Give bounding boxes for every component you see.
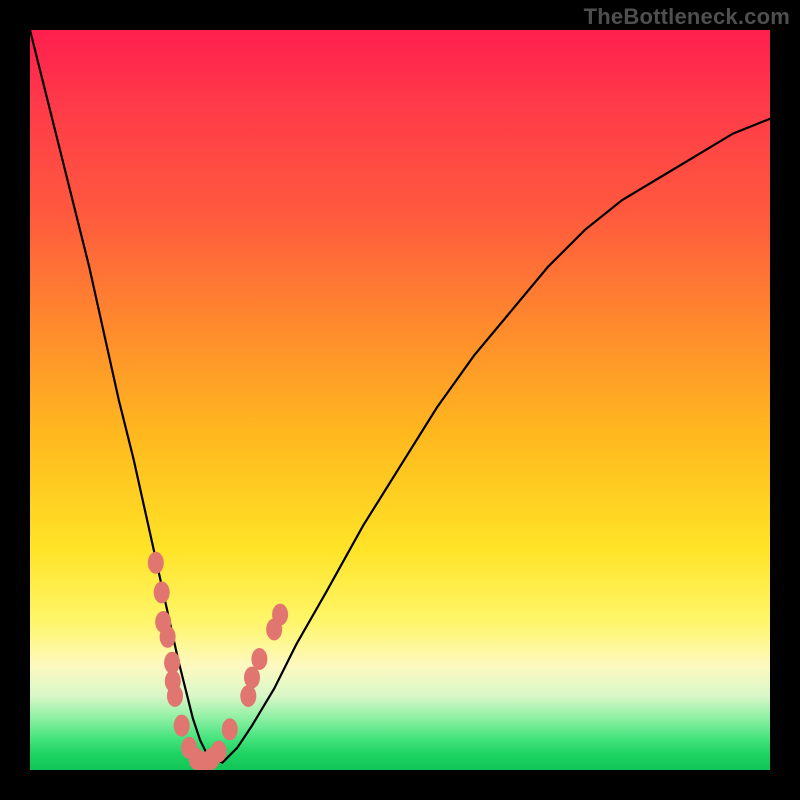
bottleneck-curve: [30, 30, 770, 763]
marker-dot: [251, 648, 267, 670]
marker-dot: [167, 685, 183, 707]
marker-dot: [222, 718, 238, 740]
marker-dot: [174, 715, 190, 737]
curve-layer: [30, 30, 770, 770]
watermark-text: TheBottleneck.com: [584, 4, 790, 30]
marker-dot-layer: [148, 552, 288, 770]
marker-dot: [211, 741, 227, 763]
marker-dot: [154, 581, 170, 603]
marker-dot: [272, 604, 288, 626]
marker-dot: [160, 626, 176, 648]
plot-area: [30, 30, 770, 770]
marker-dot: [240, 685, 256, 707]
chart-frame: TheBottleneck.com: [0, 0, 800, 800]
marker-dot: [244, 667, 260, 689]
marker-dot: [148, 552, 164, 574]
